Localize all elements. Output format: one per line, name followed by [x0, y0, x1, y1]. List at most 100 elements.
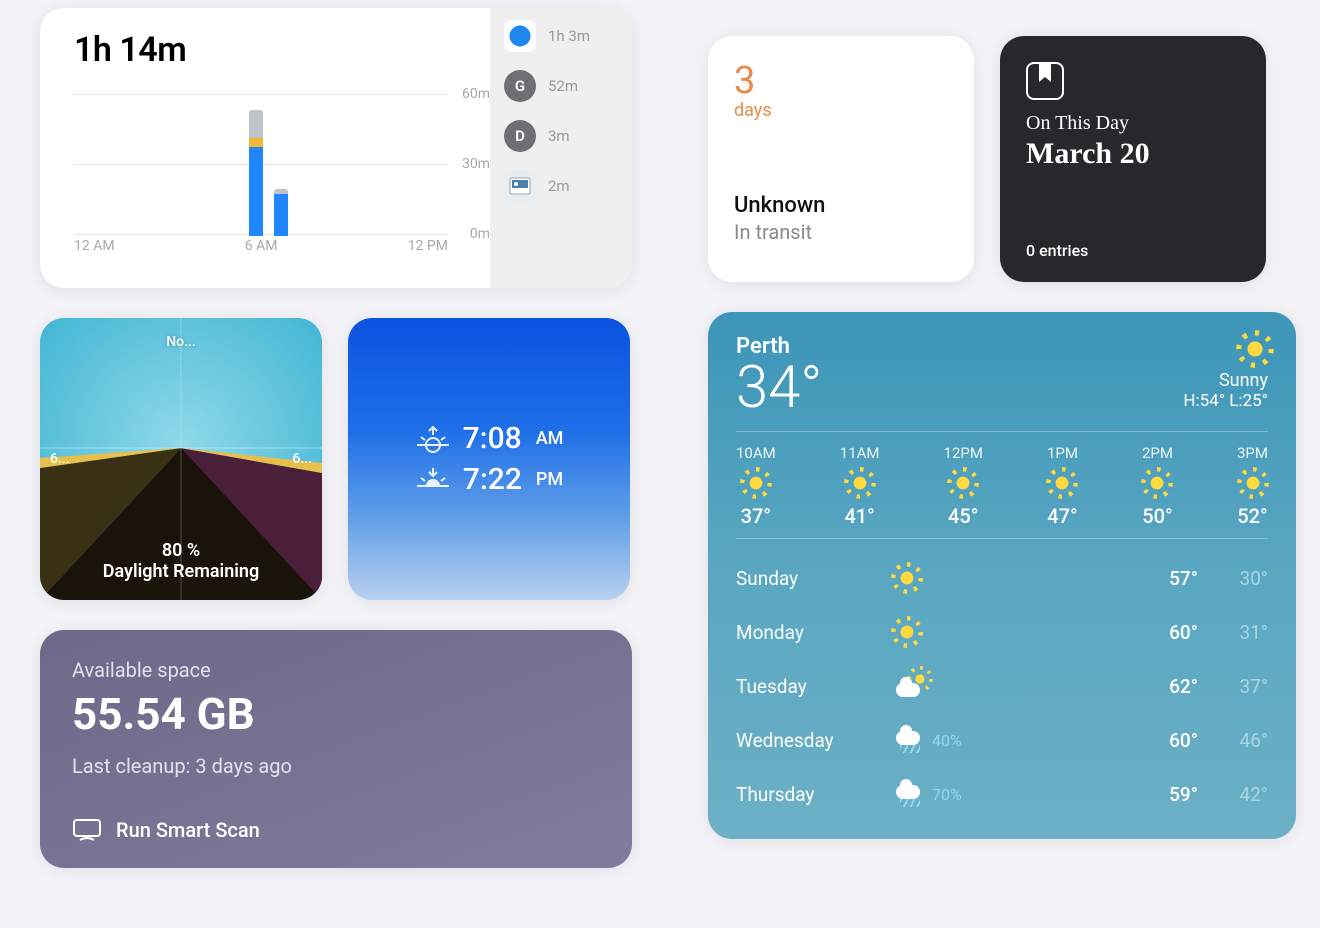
parcel-name: Unknown	[734, 193, 948, 218]
screentime-bar	[249, 110, 263, 236]
day-name: Monday	[736, 621, 896, 644]
screentime-app-row: D 3m	[504, 120, 618, 152]
screentime-app-row: 1h 3m	[504, 20, 618, 52]
daylight-widget[interactable]: No... 6... 6... 80 % Daylight Remaining	[40, 318, 322, 600]
hourly-item: 2PM50°	[1142, 444, 1173, 528]
weather-high-low: H:54° L:25°	[1183, 391, 1268, 411]
divider	[736, 431, 1268, 432]
day-high: 60°	[1128, 621, 1198, 644]
sun-icon	[1051, 472, 1073, 494]
hour-label: 11AM	[840, 444, 880, 462]
sun-icon	[849, 472, 871, 494]
hour-temp: 37°	[741, 504, 771, 528]
run-smart-scan-button[interactable]: Run Smart Scan	[72, 818, 600, 842]
on-this-day-date: March 20	[1026, 137, 1240, 171]
day-name: Wednesday	[736, 729, 896, 752]
app-time: 3m	[548, 127, 570, 145]
storage-label: Available space	[72, 658, 600, 682]
daily-forecast: Sunday57°30°Monday60°31°Tuesday62°37°Wed…	[736, 551, 1268, 821]
on-this-day-widget[interactable]: On This Day March 20 0 entries	[1000, 36, 1266, 282]
app-icon	[504, 170, 536, 202]
day-high: 57°	[1128, 567, 1198, 590]
hourly-item: 11AM 41°	[840, 444, 880, 528]
on-this-day-entries: 0 entries	[1026, 241, 1240, 260]
hourly-item: 1PM 47°	[1047, 444, 1078, 528]
hour-label: 3PM	[1237, 444, 1268, 462]
sun-icon	[952, 472, 974, 494]
daily-row: Wednesday 40% 60°46°	[736, 713, 1268, 767]
hour-temp: 41°	[844, 504, 874, 528]
screentime-app-list: 1h 3m G 52m D 3m 2m	[490, 8, 632, 288]
parcel-status: In transit	[734, 220, 948, 244]
screentime-bar	[274, 189, 288, 236]
weather-temp: 34°	[736, 359, 822, 417]
thunderstorm-icon	[896, 727, 924, 753]
hourly-item: 10AM37°	[736, 444, 776, 528]
on-this-day-title: On This Day	[1026, 112, 1240, 135]
day-low: 37°	[1198, 675, 1268, 698]
day-low: 30°	[1198, 567, 1268, 590]
monitor-icon	[72, 818, 102, 842]
screentime-total: 1h 14m	[74, 30, 490, 70]
app-time: 1h 3m	[548, 27, 590, 45]
parcel-days-unit: days	[734, 100, 948, 121]
hour-label: 1PM	[1047, 444, 1078, 462]
hourly-item: 12PM 45°	[944, 444, 983, 528]
app-time: 52m	[548, 77, 578, 95]
hour-temp: 50°	[1142, 504, 1172, 528]
divider	[736, 538, 1268, 539]
day-low: 46°	[1198, 729, 1268, 752]
storage-cleanup: Last cleanup: 3 days ago	[72, 754, 600, 778]
compass-north-label: No...	[40, 334, 322, 350]
daily-row: Tuesday 62°37°	[736, 659, 1268, 713]
sun-icon	[1146, 472, 1168, 494]
parcel-widget[interactable]: 3 days Unknown In transit	[708, 36, 974, 282]
daily-row: Sunday 57°30°	[736, 551, 1268, 605]
sun-icon	[745, 472, 767, 494]
sun-times-widget[interactable]: 7:08AM 7:22PM	[348, 318, 630, 600]
sun-icon	[896, 621, 918, 643]
hour-temp: 52°	[1237, 504, 1267, 528]
hourly-forecast: 10AM37° 11AM 41° 12PM 45° 1PM 47° 2PM50° 3PM 52°	[736, 444, 1268, 528]
storage-widget[interactable]: Available space 55.54 GB Last cleanup: 3…	[40, 630, 632, 868]
screentime-app-row: G 52m	[504, 70, 618, 102]
sun-icon	[896, 567, 918, 589]
hourly-item: 3PM 52°	[1237, 444, 1268, 528]
daylight-percent: 80 %	[40, 540, 322, 561]
app-time: 2m	[548, 177, 570, 195]
day-name: Sunday	[736, 567, 896, 590]
sunset-row: 7:22PM	[415, 462, 563, 497]
day-high: 60°	[1128, 729, 1198, 752]
daylight-label: Daylight Remaining	[40, 561, 322, 582]
bookmark-icon	[1026, 62, 1064, 100]
weather-condition: Sunny	[1183, 370, 1268, 391]
screentime-app-row: 2m	[504, 170, 618, 202]
day-low: 31°	[1198, 621, 1268, 644]
screentime-widget[interactable]: 1h 14m 60m 30m 0m 12 AM 6 AM 12 PM 1h 3m…	[40, 8, 632, 288]
compass-left-label: 6...	[50, 451, 70, 467]
screentime-chart: 60m 30m 0m 12 AM 6 AM 12 PM	[74, 80, 490, 250]
app-icon: D	[504, 120, 536, 152]
parcel-days-number: 3	[734, 62, 948, 100]
weather-widget[interactable]: Perth 34° Sunny H:54° L:25° 10AM37°11AM4…	[708, 312, 1296, 839]
day-name: Tuesday	[736, 675, 896, 698]
day-high: 62°	[1128, 675, 1198, 698]
sunset-icon	[415, 466, 451, 494]
hour-temp: 45°	[948, 504, 978, 528]
sunrise-icon	[415, 425, 451, 453]
app-icon	[504, 20, 536, 52]
compass-right-label: 6...	[292, 451, 312, 467]
day-high: 59°	[1128, 783, 1198, 806]
daily-row: Monday 60°31°	[736, 605, 1268, 659]
precip-chance: 40%	[932, 731, 962, 750]
daily-row: Thursday70%59°42°	[736, 767, 1268, 821]
sun-icon	[1242, 472, 1264, 494]
precip-chance: 70%	[932, 785, 962, 804]
day-name: Thursday	[736, 783, 896, 806]
hour-temp: 47°	[1047, 504, 1077, 528]
hour-label: 12PM	[944, 444, 983, 462]
app-icon: G	[504, 70, 536, 102]
partly-cloudy-icon	[896, 675, 926, 697]
sunrise-row: 7:08AM	[415, 421, 564, 456]
rain-icon	[896, 781, 924, 807]
